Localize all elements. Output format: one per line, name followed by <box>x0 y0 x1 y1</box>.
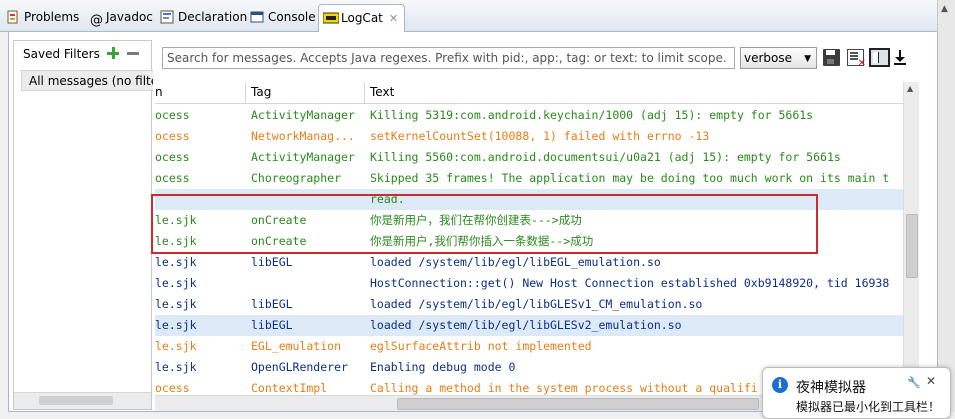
log-pid-cell: ocess <box>155 171 190 185</box>
log-text-cell: HostConnection::get() New Host Connectio… <box>370 276 890 290</box>
log-pid-cell: ocess <box>155 129 190 143</box>
tab-console[interactable]: Console <box>250 6 316 28</box>
log-row[interactable]: ocess NetworkManag... setKernelCountSet(10… <box>155 126 903 147</box>
log-text-cell: loaded /system/lib/egl/libGLESv1_CM_emul… <box>370 297 703 311</box>
tab-logcat[interactable]: LogCat ✕ <box>318 4 406 32</box>
tab-label: Javadoc <box>106 10 153 24</box>
log-tag-cell: OpenGLRenderer <box>251 360 348 374</box>
log-text-cell: Enabling debug mode 0 <box>370 360 516 374</box>
log-pid-cell: le.sjk <box>155 276 197 290</box>
log-text-cell: Calling a method in the system process w… <box>370 381 758 395</box>
log-text-cell: Skipped 35 frames! The application may b… <box>370 171 890 185</box>
log-row[interactable]: ocess ActivityManager Killing 5319:com.and… <box>155 105 903 126</box>
column-label: Text <box>370 85 395 99</box>
column-text[interactable]: Text <box>365 82 903 103</box>
column-label: n <box>155 85 163 99</box>
declaration-icon <box>160 9 174 24</box>
log-pid-cell: ocess <box>155 150 190 164</box>
log-row[interactable]: le.sjk libEGL loaded /system/lib/egl/libGL… <box>155 294 903 315</box>
close-icon[interactable]: ✕ <box>389 6 398 32</box>
log-tag-cell: ActivityManager <box>251 108 355 122</box>
highlight-annotation-box <box>151 194 818 254</box>
log-pid-cell: le.sjk <box>155 255 197 269</box>
log-tag-cell: EGL_emulation <box>251 339 342 353</box>
log-row[interactable]: ocess ActivityManager Killing 5560:com.and… <box>155 147 903 168</box>
log-pid-cell: ocess <box>155 381 190 395</box>
logcat-icon <box>322 8 340 24</box>
tab-label: LogCat <box>341 11 383 25</box>
column-label: Tag <box>251 85 272 99</box>
log-text-cell: loaded /system/lib/egl/libEGL_emulation.… <box>370 255 661 269</box>
log-text-cell: setKernelCountSet(10088, 1) failed with … <box>370 129 710 143</box>
log-tag-cell: libEGL <box>251 255 293 269</box>
add-filter-plus-icon[interactable] <box>107 47 119 59</box>
scrollbar-thumb[interactable] <box>397 398 759 410</box>
toggle-filters-icon[interactable] <box>869 48 890 67</box>
log-pid-cell: le.sjk <box>155 339 197 353</box>
log-text-cell: eglSurfaceAttrib not implemented <box>370 339 592 353</box>
column-tag[interactable]: Tag <box>246 82 365 103</box>
problems-icon <box>6 9 20 24</box>
tab-javadoc[interactable]: @ Javadoc <box>90 6 153 28</box>
log-pid-cell: le.sjk <box>155 318 197 332</box>
notification-body: 模拟器已最小化到工具栏！ <box>796 400 941 414</box>
notification-toast: i 夜神模拟器 模拟器已最小化到工具栏！ 🔧 ✕ <box>762 367 951 419</box>
tab-label: Console <box>268 10 316 24</box>
clear-log-icon[interactable] <box>847 49 866 69</box>
remove-filter-minus-icon[interactable] <box>127 52 139 55</box>
column-pid[interactable]: n <box>155 82 246 103</box>
javadoc-icon: @ <box>90 13 103 28</box>
log-row[interactable]: le.sjk HostConnection::get() New Host Con… <box>155 273 903 294</box>
log-tag-cell: Choreographer <box>251 171 342 185</box>
scroll-lock-icon[interactable] <box>893 49 907 66</box>
scrollbar-thumb[interactable] <box>39 396 113 405</box>
log-level-value: verbose <box>744 51 793 65</box>
log-row[interactable]: le.sjk EGL_emulation eglSurfaceAttrib not … <box>155 336 903 357</box>
log-row[interactable]: le.sjk libEGL loaded /system/lib/egl/libGL… <box>155 315 903 336</box>
outer-scrollbar[interactable]: ▲ <box>937 0 955 412</box>
scrollbar-thumb[interactable] <box>906 214 918 278</box>
filter-item-all-messages[interactable]: All messages (no filters) <box>21 70 153 91</box>
filters-horizontal-scrollbar[interactable] <box>14 392 151 409</box>
log-vertical-scrollbar[interactable]: ▲ <box>903 82 919 396</box>
log-text-cell: loaded /system/lib/egl/libGLESv2_emulati… <box>370 318 682 332</box>
log-tag-cell: libEGL <box>251 318 293 332</box>
log-pid-cell: le.sjk <box>155 360 197 374</box>
log-tag-cell: ActivityManager <box>251 150 355 164</box>
log-tag-cell: ContextImpl <box>251 381 328 395</box>
close-icon[interactable]: ✕ <box>926 374 936 388</box>
tab-problems[interactable]: Problems <box>6 6 79 28</box>
console-icon <box>250 9 264 23</box>
log-level-select[interactable]: verbose ▼ <box>740 47 817 69</box>
log-text-cell: Killing 5319:com.android.keychain/1000 (… <box>370 108 814 122</box>
chevron-down-icon: ▼ <box>804 54 811 64</box>
wrench-icon[interactable]: 🔧 <box>907 376 921 389</box>
log-row[interactable]: le.sjk libEGL loaded /system/lib/egl/libEG… <box>155 252 903 273</box>
log-pid-cell: ocess <box>155 108 190 122</box>
log-text-cell: Killing 5560:com.android.documentsui/u0a… <box>370 150 841 164</box>
chevron-up-icon[interactable]: ▲ <box>907 84 913 93</box>
info-icon: i <box>772 377 788 393</box>
tab-label: Declaration <box>178 10 248 24</box>
search-input[interactable] <box>162 47 735 69</box>
log-tag-cell: libEGL <box>251 297 293 311</box>
notification-title: 夜神模拟器 <box>796 380 866 396</box>
save-icon[interactable] <box>823 49 840 66</box>
tab-label: Problems <box>24 10 80 24</box>
saved-filters-title: Saved Filters <box>23 47 100 61</box>
log-pid-cell: le.sjk <box>155 297 197 311</box>
log-row[interactable]: ocess Choreographer Skipped 35 frames! The… <box>155 168 903 189</box>
log-tag-cell: NetworkManag... <box>251 129 355 143</box>
saved-filters-pane: Saved Filters All messages (no filters) <box>13 40 153 410</box>
tab-declaration[interactable]: Declaration <box>160 6 247 28</box>
view-tab-bar: Problems @ Javadoc Declaration Console Lo… <box>0 0 955 32</box>
chevron-up-icon[interactable]: ▲ <box>941 4 948 14</box>
log-table-header: n Tag Text <box>155 82 903 104</box>
